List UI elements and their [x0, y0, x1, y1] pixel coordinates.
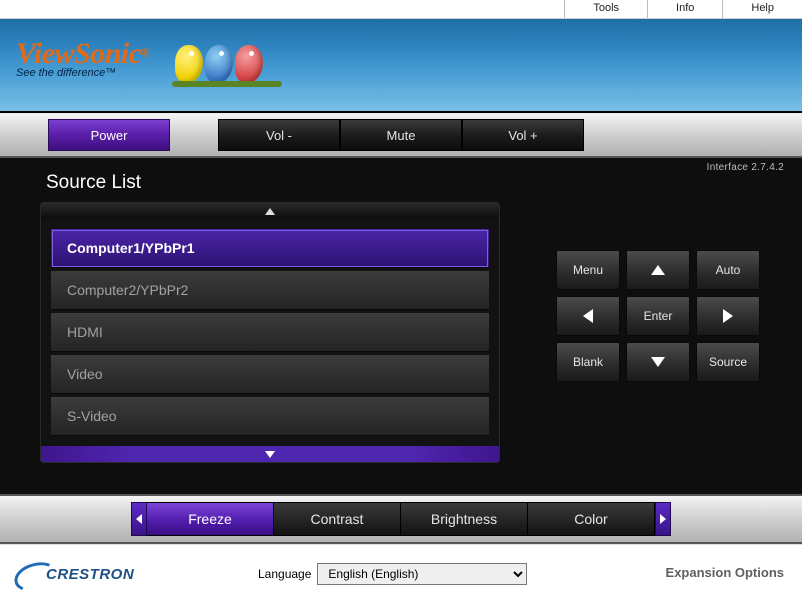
chevron-down-icon	[264, 450, 276, 459]
source-item-svideo[interactable]: S-Video	[51, 397, 489, 436]
source-item-hdmi[interactable]: HDMI	[51, 313, 489, 352]
expansion-options-link[interactable]: Expansion Options	[666, 565, 784, 580]
tab-contrast[interactable]: Contrast	[274, 502, 401, 536]
crestron-logo[interactable]: CRESTRON	[14, 563, 134, 585]
source-scroll-down[interactable]	[41, 446, 499, 462]
navigation-pad: Menu Auto Enter Blank Source	[556, 250, 760, 382]
menu-button[interactable]: Menu	[556, 250, 620, 290]
control-bar: Power Vol - Mute Vol +	[0, 113, 802, 158]
auto-button[interactable]: Auto	[696, 250, 760, 290]
chevron-left-icon	[135, 513, 143, 525]
tab-brightness[interactable]: Brightness	[401, 502, 528, 536]
header-banner: ViewSonic® See the difference™	[0, 19, 802, 113]
volume-down-button[interactable]: Vol -	[218, 119, 340, 151]
source-item-computer2[interactable]: Computer2/YPbPr2	[51, 271, 489, 310]
power-button[interactable]: Power	[48, 119, 170, 151]
interface-version-label: Interface 2.7.4.2	[707, 162, 784, 173]
enter-button[interactable]: Enter	[626, 296, 690, 336]
source-item-computer1[interactable]: Computer1/YPbPr1	[51, 229, 489, 268]
bottom-tab-strip: Freeze Contrast Brightness Color	[0, 494, 802, 544]
source-button[interactable]: Source	[696, 342, 760, 382]
chevron-up-icon	[264, 207, 276, 216]
arrow-up-icon	[649, 263, 667, 277]
nav-left-button[interactable]	[556, 296, 620, 336]
source-list-panel: Computer1/YPbPr1 Computer2/YPbPr2 HDMI V…	[40, 202, 500, 463]
nav-right-button[interactable]	[696, 296, 760, 336]
topmenu-help[interactable]: Help	[722, 0, 802, 18]
nav-up-button[interactable]	[626, 250, 690, 290]
source-scroll-up[interactable]	[41, 203, 499, 219]
arrow-right-icon	[721, 307, 735, 325]
mute-button[interactable]: Mute	[340, 119, 462, 151]
birds-icon	[175, 45, 263, 83]
branch-decoration	[172, 81, 282, 87]
brand-name: ViewSonic	[16, 37, 142, 70]
footer: CRESTRON Language English (English) Expa…	[0, 544, 802, 603]
blank-button[interactable]: Blank	[556, 342, 620, 382]
source-list-title: Source List	[46, 172, 762, 194]
tab-color[interactable]: Color	[528, 502, 655, 536]
source-item-video[interactable]: Video	[51, 355, 489, 394]
top-menubar: Tools Info Help	[0, 0, 802, 19]
tab-freeze[interactable]: Freeze	[147, 502, 274, 536]
crestron-swirl-icon	[14, 563, 52, 585]
topmenu-info[interactable]: Info	[647, 0, 722, 18]
arrow-down-icon	[649, 355, 667, 369]
tab-scroll-left[interactable]	[131, 502, 147, 536]
main-panel: Interface 2.7.4.2 Source List Computer1/…	[0, 158, 802, 494]
topmenu-tools[interactable]: Tools	[564, 0, 647, 18]
tab-scroll-right[interactable]	[655, 502, 671, 536]
registered-mark: ®	[142, 46, 151, 60]
viewsonic-logo: ViewSonic® See the difference™	[16, 37, 150, 79]
chevron-right-icon	[659, 513, 667, 525]
language-select[interactable]: English (English)	[317, 563, 527, 585]
arrow-left-icon	[581, 307, 595, 325]
crestron-text: CRESTRON	[46, 566, 134, 583]
volume-up-button[interactable]: Vol +	[462, 119, 584, 151]
nav-down-button[interactable]	[626, 342, 690, 382]
source-list: Computer1/YPbPr1 Computer2/YPbPr2 HDMI V…	[41, 219, 499, 446]
language-label: Language	[258, 567, 311, 581]
